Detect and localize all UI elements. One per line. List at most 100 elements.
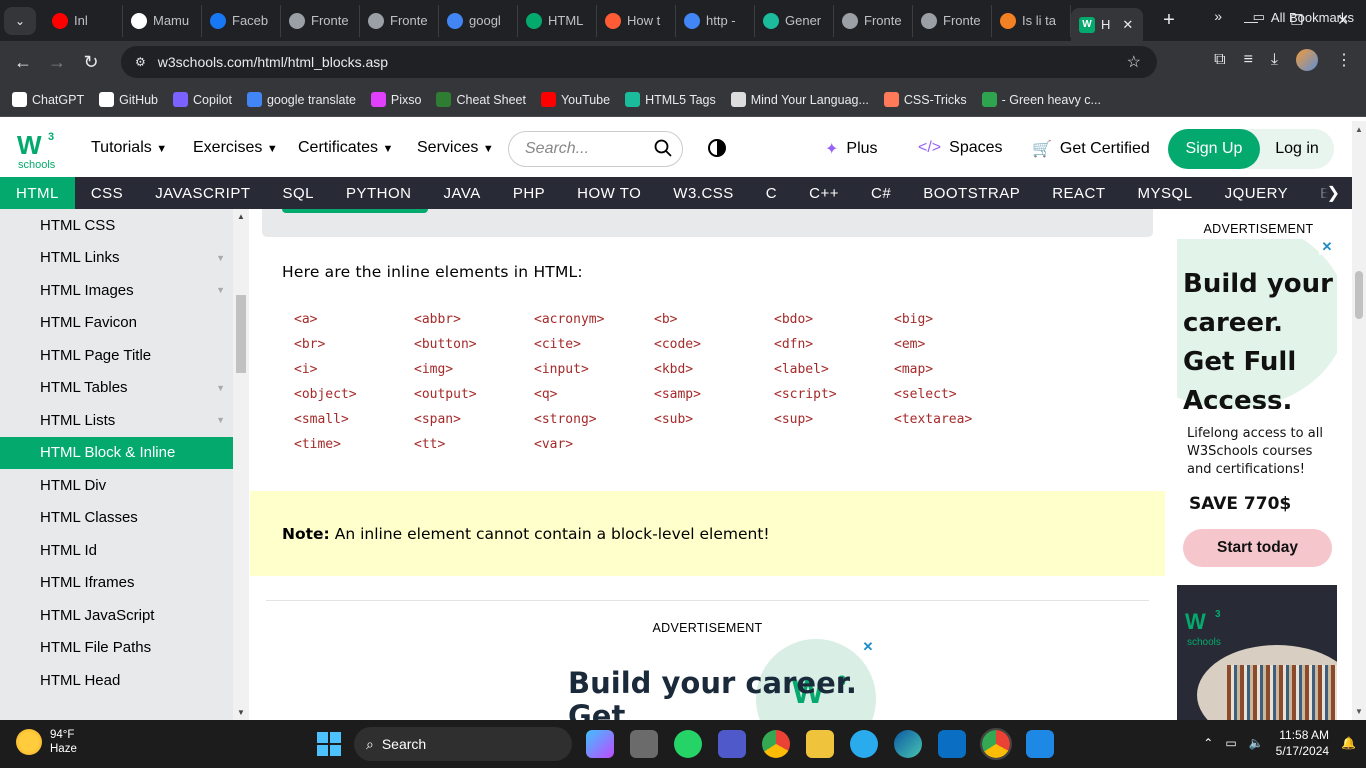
tab[interactable]: Inl <box>44 4 123 37</box>
back-button[interactable]: ← <box>6 52 40 73</box>
chevron-up-icon[interactable]: ⌃ <box>1203 736 1213 750</box>
copilot-app-icon[interactable] <box>586 730 614 758</box>
tab[interactable]: Faceb <box>202 4 281 37</box>
right-ad-banner[interactable]: Build your career. Get Full Access. ✕ <box>1177 239 1337 409</box>
topic-nav-item[interactable]: HTML <box>0 177 75 209</box>
tab[interactable]: Mamu <box>123 4 202 37</box>
weather-widget[interactable]: 94°F Haze <box>16 728 77 756</box>
log-in-button[interactable]: Log in <box>1260 129 1334 169</box>
photos-icon[interactable] <box>1026 730 1054 758</box>
download-icon[interactable]: ⤓ <box>1271 51 1278 69</box>
taskbar-search[interactable]: ⌕ Search <box>354 727 572 761</box>
caret-down-icon[interactable]: ▼ <box>216 415 225 425</box>
edge-icon[interactable] <box>894 730 922 758</box>
clock[interactable]: 11:58 AM 5/17/2024 <box>1276 727 1329 759</box>
sidebar-item[interactable]: HTML Classes <box>0 502 233 535</box>
bookmark-item[interactable]: Cheat Sheet <box>436 92 526 107</box>
bookmark-item[interactable]: - Green heavy c... <box>981 92 1101 107</box>
scroll-down-icon[interactable]: ▼ <box>237 708 245 717</box>
ad-close-icon[interactable]: ✕ <box>1319 239 1335 255</box>
topic-nav-item[interactable]: C++ <box>793 177 855 209</box>
w3schools-logo[interactable]: W 3 schools <box>17 126 61 170</box>
tab[interactable]: Fronte <box>281 4 360 37</box>
tab[interactable]: Is li ta <box>992 4 1071 37</box>
task-view-icon[interactable] <box>630 730 658 758</box>
chevron-right-icon[interactable]: ❯ <box>1312 177 1352 209</box>
sidebar-item[interactable]: HTML Iframes <box>0 567 233 600</box>
notification-bell-icon[interactable]: 🔔 <box>1341 736 1356 750</box>
sidebar-item[interactable]: HTML Block & Inline <box>0 436 233 469</box>
new-tab-button[interactable]: + <box>1155 9 1183 32</box>
menu-icon[interactable]: ⋮ <box>1336 50 1352 70</box>
tab[interactable]: Fronte <box>360 4 439 37</box>
bottom-ad[interactable]: W 3 Build your career. Get ✕ <box>566 639 876 720</box>
whatsapp-icon[interactable] <box>674 730 702 758</box>
chrome-icon[interactable] <box>762 730 790 758</box>
caret-down-icon[interactable]: ▼ <box>216 253 225 263</box>
bookmark-item[interactable]: YouTube <box>540 92 610 107</box>
volume-icon[interactable]: 🔈 <box>1249 736 1264 750</box>
sidebar-item[interactable]: HTML Links ▼ <box>0 242 233 275</box>
sidebar-item[interactable]: HTML Tables ▼ <box>0 372 233 405</box>
tab[interactable]: How t <box>597 4 676 37</box>
sign-up-button[interactable]: Sign Up <box>1168 129 1260 169</box>
page-scroll-thumb[interactable] <box>1355 271 1363 319</box>
nav-tutorials[interactable]: Tutorials ▼ <box>91 139 167 157</box>
teams-icon[interactable] <box>718 730 746 758</box>
sidebar-item[interactable]: HTML Id <box>0 534 233 567</box>
caret-down-icon[interactable]: ▼ <box>216 285 225 295</box>
bookmark-item[interactable]: Pixso <box>370 92 421 107</box>
scroll-up-icon[interactable]: ▲ <box>1355 125 1363 134</box>
close-icon[interactable]: ✕ <box>1122 17 1133 33</box>
reload-button[interactable]: ↻ <box>74 52 108 73</box>
get-certified-link[interactable]: 🛒 Get Certified <box>1032 139 1150 159</box>
site-info-icon[interactable]: ⚙ <box>135 55 146 69</box>
media-controls-icon[interactable]: ≡ <box>1244 51 1253 69</box>
right-ad-image[interactable]: W 3 schools <box>1177 585 1337 720</box>
display-icon[interactable]: ▭ <box>1225 736 1236 750</box>
bookmark-item[interactable]: ChatGPT <box>12 92 84 107</box>
sidebar-scrollbar[interactable]: ▲ ▼ <box>233 209 249 720</box>
vscode-icon[interactable] <box>938 730 966 758</box>
bookmark-item[interactable]: HTML5 Tags <box>625 92 716 107</box>
sidebar-item[interactable]: HTML File Paths <box>0 632 233 665</box>
topic-nav-item[interactable]: PYTHON <box>330 177 428 209</box>
topic-nav-item[interactable]: JAVA <box>428 177 497 209</box>
plus-link[interactable]: ✦ Plus <box>825 139 878 159</box>
topic-nav-item[interactable]: BOOTSTRAP <box>907 177 1036 209</box>
tab[interactable]: Gener <box>755 4 834 37</box>
topic-nav-item[interactable]: PHP <box>497 177 561 209</box>
scroll-up-icon[interactable]: ▲ <box>237 212 245 221</box>
tab[interactable]: googl <box>439 4 518 37</box>
page-scrollbar[interactable]: ▲ ▼ <box>1352 121 1366 720</box>
topic-nav-item[interactable]: JQUERY <box>1209 177 1305 209</box>
sidebar-item[interactable]: HTML Div <box>0 469 233 502</box>
file-explorer-icon[interactable] <box>806 730 834 758</box>
caret-down-icon[interactable]: ▼ <box>216 383 225 393</box>
tab[interactable]: Fronte <box>834 4 913 37</box>
topic-nav-item[interactable]: SQL <box>266 177 330 209</box>
nav-services[interactable]: Services ▼ <box>417 139 494 157</box>
sidebar-item[interactable]: HTML Head <box>0 664 233 697</box>
nav-exercises[interactable]: Exercises ▼ <box>193 139 278 157</box>
bookmark-item[interactable]: GitHub <box>99 92 158 107</box>
bookmark-item[interactable]: Copilot <box>173 92 232 107</box>
tab[interactable]: http - <box>676 4 755 37</box>
bookmark-item[interactable]: Mind Your Languag... <box>730 92 869 107</box>
start-today-button[interactable]: Start today <box>1183 529 1332 567</box>
tab[interactable]: Fronte <box>913 4 992 37</box>
sidebar-item[interactable]: HTML Lists ▼ <box>0 404 233 437</box>
extensions-icon[interactable]: ⧉ <box>1214 51 1225 69</box>
topic-nav-item[interactable]: C# <box>855 177 907 209</box>
nav-certificates[interactable]: Certificates ▼ <box>298 139 393 157</box>
sidebar-item[interactable]: HTML JavaScript <box>0 599 233 632</box>
spaces-link[interactable]: </> Spaces <box>918 139 1003 157</box>
topic-nav-item[interactable]: W3.CSS <box>657 177 750 209</box>
forward-button[interactable]: → <box>40 52 74 73</box>
all-bookmarks-button[interactable]: ▭ All Bookmarks <box>1253 9 1354 25</box>
dark-mode-toggle-icon[interactable] <box>708 139 726 157</box>
chrome-active-icon[interactable] <box>980 728 1012 760</box>
topic-nav-item[interactable]: C <box>750 177 793 209</box>
sidebar-item[interactable]: HTML Favicon <box>0 307 233 340</box>
bookmark-item[interactable]: CSS-Tricks <box>883 92 967 107</box>
